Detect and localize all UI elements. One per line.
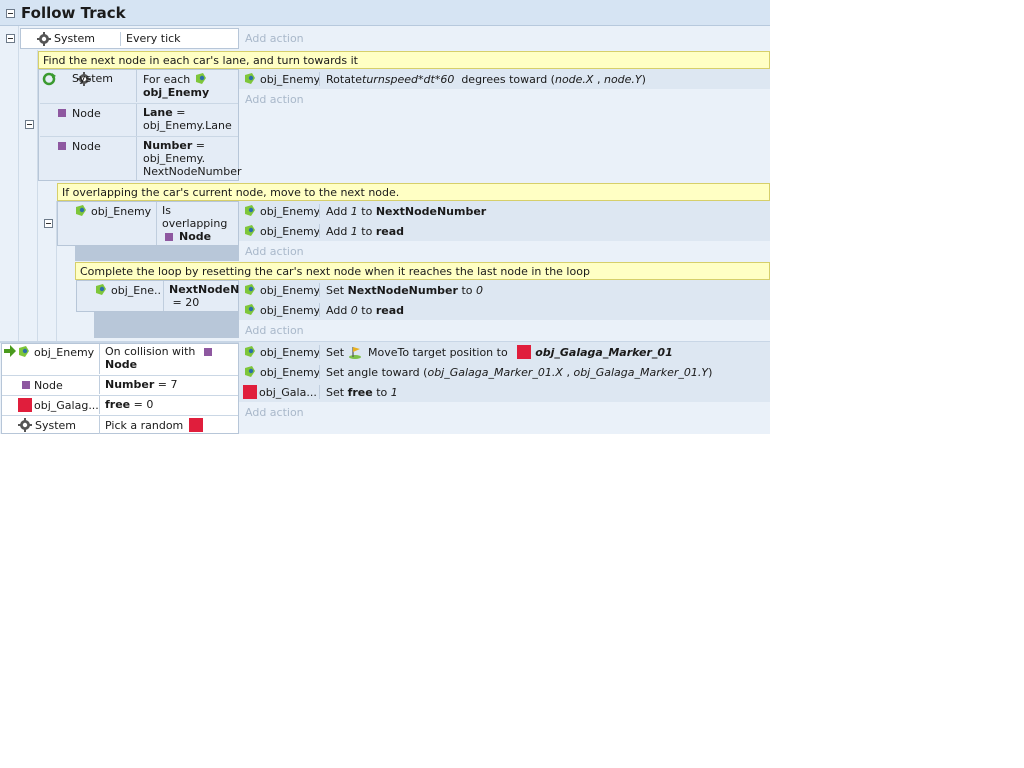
- node-object-icon: [22, 381, 30, 389]
- comment-complete-loop[interactable]: Complete the loop by resetting the car's…: [75, 262, 770, 280]
- condition-next-node-text[interactable]: NextNodeNu = 20: [169, 283, 239, 311]
- tree-guide-line: [18, 26, 19, 342]
- collapse-icon[interactable]: [25, 120, 34, 129]
- condition-for-each-object[interactable]: System: [42, 72, 136, 102]
- condition-overlapping-text[interactable]: Is overlapping Node: [162, 204, 239, 244]
- comment-find-next-node[interactable]: Find the next node in each car's lane, a…: [38, 51, 770, 69]
- condition-collision-object[interactable]: obj_Enemy: [4, 345, 100, 359]
- galaga-marker-icon: [243, 385, 257, 399]
- collapse-icon[interactable]: [44, 219, 53, 228]
- comment-if-overlapping[interactable]: If overlapping the car's current node, m…: [57, 183, 770, 201]
- action-moveto-target[interactable]: obj_Enemy Set MoveTo target position to …: [239, 342, 770, 362]
- add-action-link[interactable]: Add action: [239, 245, 304, 258]
- trigger-arrow-icon: [4, 345, 16, 359]
- condition-object: System: [72, 72, 114, 85]
- sprite-icon: [17, 345, 31, 359]
- action-add-zero-read[interactable]: obj_Enemy Add 0 to read: [239, 300, 770, 320]
- loop-icon: [42, 72, 56, 86]
- action-set-next-node-number[interactable]: obj_Enemy Set NextNodeNumber to 0: [239, 280, 770, 300]
- add-action-row[interactable]: Add action: [239, 320, 770, 340]
- add-action-link[interactable]: Add action: [239, 32, 304, 45]
- condition-node-number-7-text[interactable]: Number = 7: [105, 378, 239, 392]
- add-action-row[interactable]: Add action: [239, 28, 770, 49]
- action-set-angle-toward[interactable]: obj_Enemy Set angle toward (obj_Galaga_M…: [239, 362, 770, 382]
- action-add-next-node-number[interactable]: obj_Enemy Add 1 to NextNodeNumber: [239, 201, 770, 221]
- condition-pick-random-object[interactable]: System: [18, 418, 99, 432]
- condition-collision-text[interactable]: On collision with Node: [105, 345, 239, 373]
- node-object-icon: [58, 142, 66, 150]
- sprite-icon: [74, 204, 88, 218]
- condition-node-number-object[interactable]: Node: [58, 139, 136, 153]
- event-sheet: Follow Track System Every tick Add actio…: [0, 0, 770, 434]
- add-action-row[interactable]: Add action: [239, 89, 770, 109]
- add-action-row[interactable]: Add action: [239, 241, 770, 261]
- add-action-link[interactable]: Add action: [239, 324, 304, 337]
- condition-node-number-7-object[interactable]: Node: [22, 378, 99, 392]
- condition-every-tick[interactable]: System Every tick: [20, 28, 239, 49]
- node-object-icon: [204, 347, 213, 356]
- group-title: Follow Track: [21, 4, 126, 22]
- node-object-icon: [165, 232, 173, 241]
- condition-object: System: [54, 32, 96, 45]
- condition-next-node-object[interactable]: obj_Ene...: [94, 283, 162, 297]
- collapse-icon[interactable]: [6, 9, 15, 18]
- condition-text: Every tick: [126, 32, 181, 45]
- sprite-icon: [243, 365, 257, 379]
- action-add-read[interactable]: obj_Enemy Add 1 to read: [239, 221, 770, 241]
- action-rotate-toward[interactable]: obj_Enemy Rotate turnspeed*dt*60 degrees…: [239, 69, 770, 89]
- galaga-marker-icon: [189, 418, 204, 432]
- system-gear-icon: [18, 418, 32, 432]
- add-action-row[interactable]: Add action: [239, 402, 770, 422]
- group-header[interactable]: Follow Track: [0, 0, 770, 26]
- sprite-icon: [243, 303, 257, 317]
- condition-galaga-free-text[interactable]: free = 0: [105, 398, 239, 412]
- condition-node-lane-object[interactable]: Node: [58, 106, 136, 120]
- system-gear-icon: [37, 31, 51, 46]
- add-action-link[interactable]: Add action: [239, 406, 304, 419]
- sprite-icon: [243, 204, 257, 218]
- sprite-icon: [94, 283, 108, 297]
- sprite-icon: [243, 224, 257, 238]
- sprite-icon: [194, 72, 208, 86]
- add-action-link[interactable]: Add action: [239, 93, 304, 106]
- condition-overlapping-object[interactable]: obj_Enemy: [74, 204, 156, 218]
- sprite-icon: [243, 283, 257, 297]
- action-set-free[interactable]: obj_Gala... Set free to 1: [239, 382, 770, 402]
- condition-node-number-text[interactable]: Number = obj_Enemy. NextNodeNumber: [143, 139, 242, 179]
- condition-galaga-free-object[interactable]: obj_Galag...: [18, 398, 99, 412]
- moveto-behavior-icon: [348, 345, 362, 359]
- node-object-icon: [58, 109, 66, 117]
- condition-node-lane-text[interactable]: Lane = obj_Enemy.Lane: [143, 106, 239, 136]
- condition-for-each-text[interactable]: For each obj_Enemy: [143, 72, 239, 102]
- galaga-marker-icon: [18, 398, 32, 412]
- condition-pick-random-text[interactable]: Pick a random: [105, 418, 239, 432]
- galaga-marker-icon: [517, 345, 532, 359]
- collapse-icon[interactable]: [6, 34, 15, 43]
- sprite-icon: [243, 72, 257, 86]
- sprite-icon: [243, 345, 257, 359]
